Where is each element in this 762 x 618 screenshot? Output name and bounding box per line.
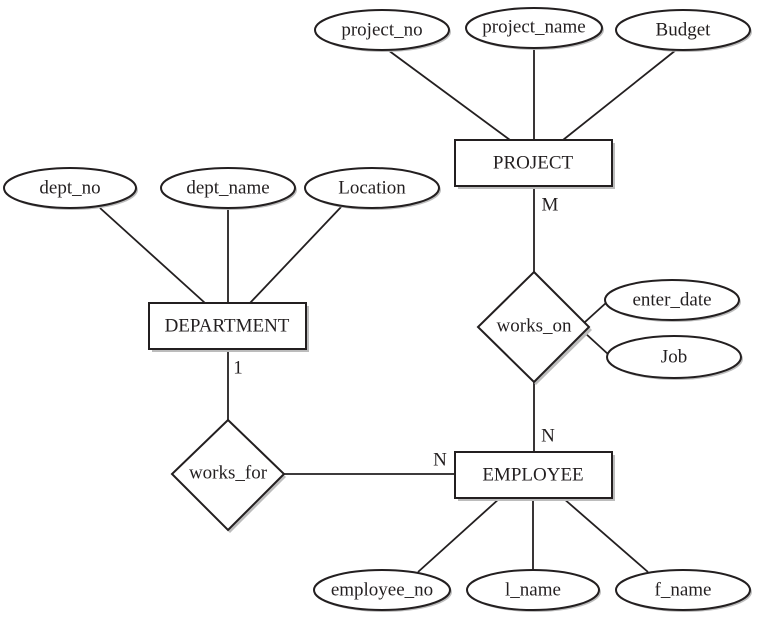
relationship-works-for: works_for [170,418,286,533]
attribute-employee-no: employee_no [313,569,452,612]
er-diagram: project_no project_name Budget dept_no d… [3,7,752,612]
cardinality-m: M [542,195,559,216]
relationship-works-on: works_on [476,270,592,385]
entity-label: EMPLOYEE [482,465,583,486]
attribute-label: f_name [655,580,712,601]
entity-project: PROJECT [454,139,615,189]
attribute-project-name: project_name [465,7,604,50]
entity-department: DEPARTMENT [148,302,309,352]
attribute-enter-date: enter_date [604,279,741,322]
relationship-label: works_on [497,316,572,337]
attribute-budget: Budget [615,9,752,52]
entity-label: PROJECT [493,153,574,174]
attribute-location: Location [304,167,441,210]
cardinality-n-works-for: N [433,450,447,471]
attribute-label: Location [338,178,406,199]
attribute-dept-no: dept_no [3,167,138,210]
relationship-label: works_for [189,463,268,484]
attribute-label: project_name [482,17,585,38]
cardinality-n-works-on: N [541,426,555,447]
entity-label: DEPARTMENT [165,316,290,337]
attribute-label: Budget [656,20,712,41]
attribute-f-name: f_name [615,569,752,612]
attribute-project-no: project_no [314,9,451,52]
attribute-label: project_no [341,20,422,41]
entity-employee: EMPLOYEE [454,451,615,501]
attribute-l-name: l_name [466,569,601,612]
attribute-label: Job [661,347,687,368]
attribute-label: dept_name [186,178,269,199]
attribute-job: Job [606,335,743,380]
attribute-label: dept_no [39,178,100,199]
attribute-label: enter_date [632,290,711,311]
attribute-label: employee_no [331,580,433,601]
cardinality-1: 1 [233,358,243,379]
attribute-label: l_name [505,580,561,601]
attribute-dept-name: dept_name [160,167,297,210]
